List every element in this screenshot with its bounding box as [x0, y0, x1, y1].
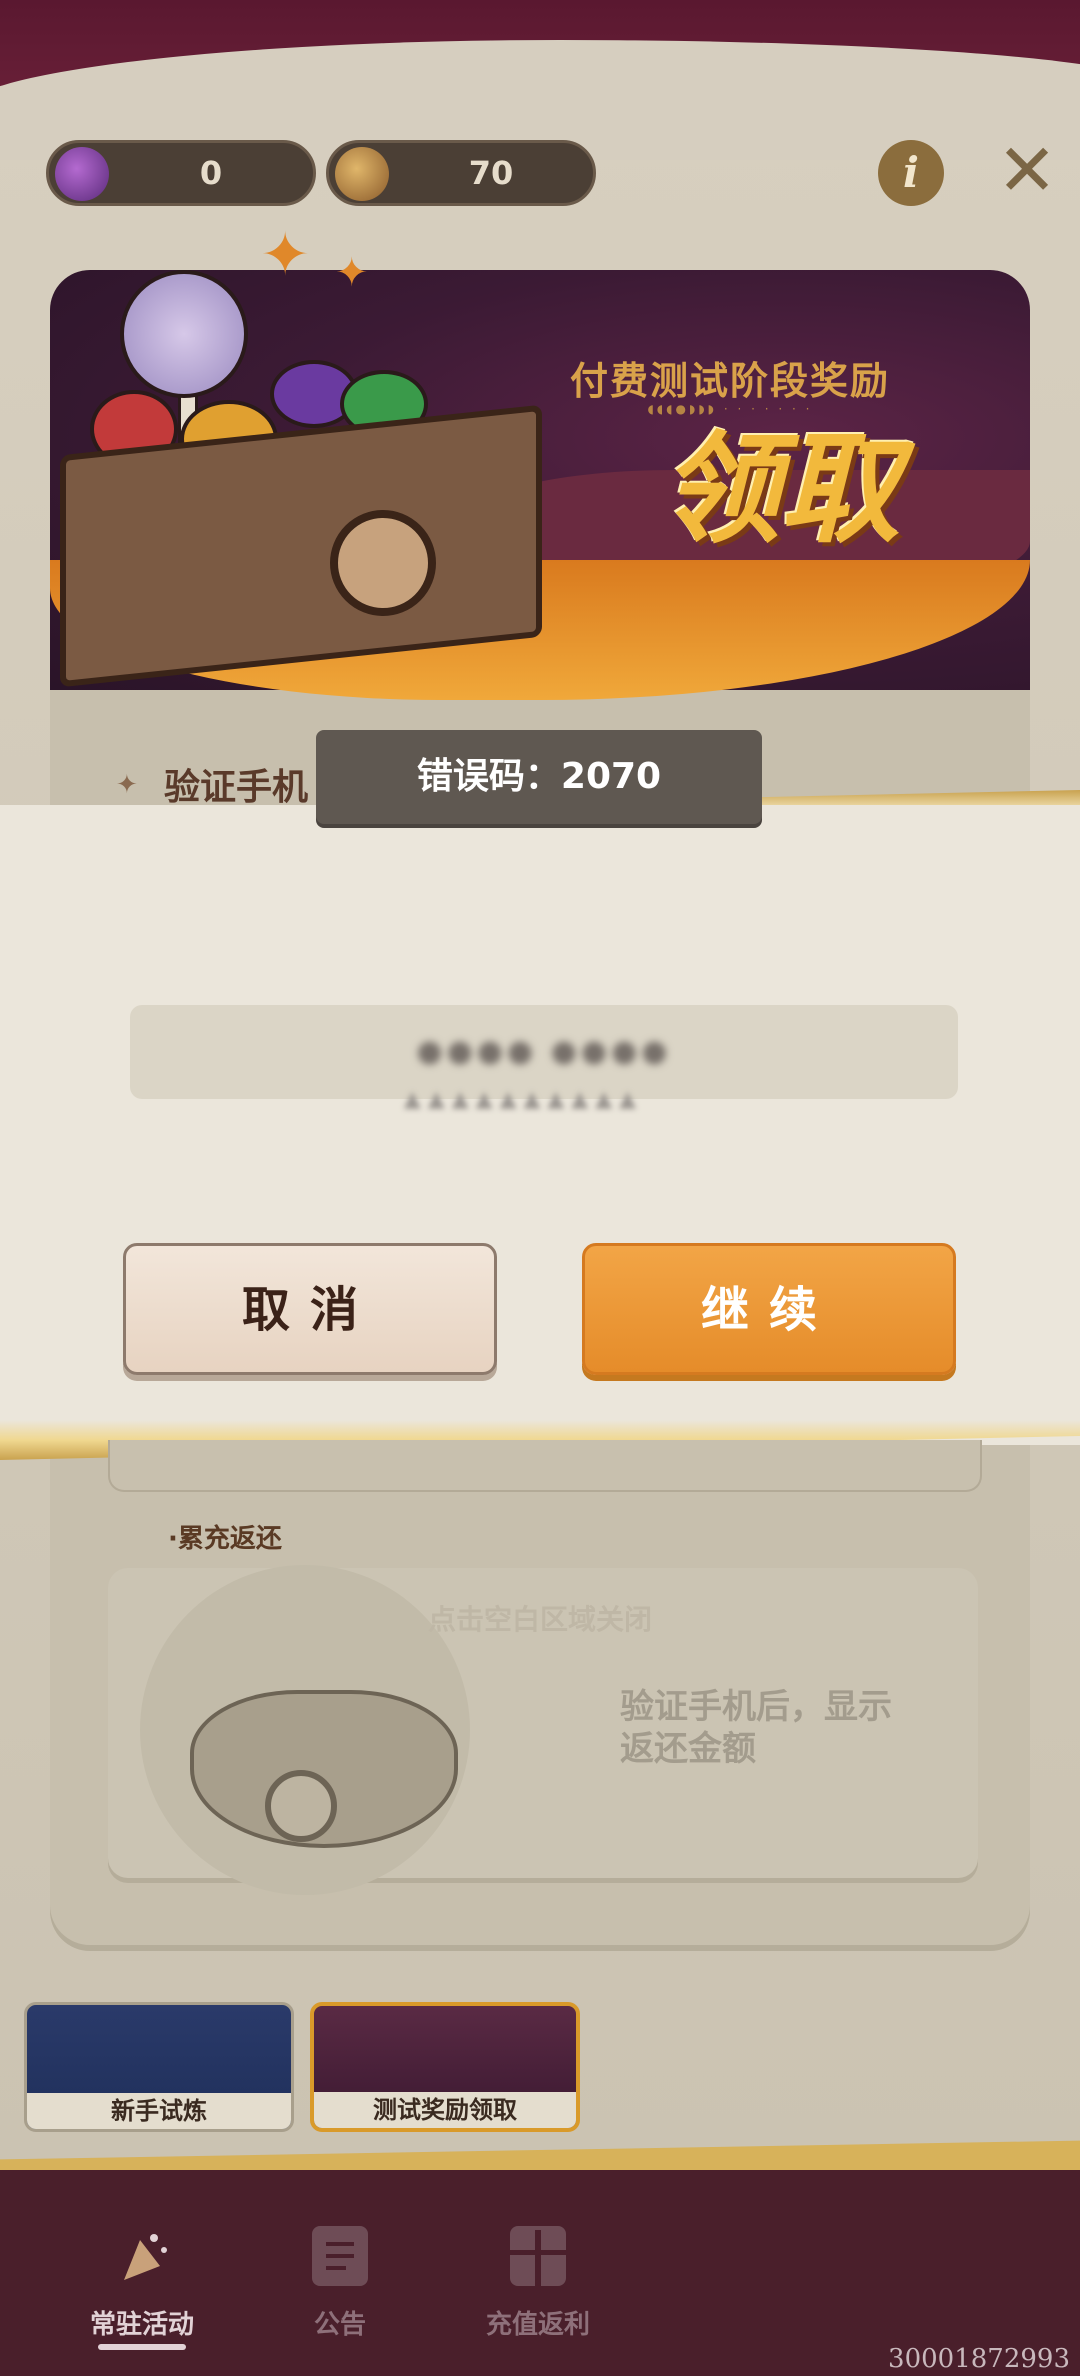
- info-button[interactable]: i: [878, 140, 944, 206]
- banner-subtitle-ornament: ◖◖◖●◗◗◗ · · · · · · ·: [647, 402, 813, 416]
- tab-newbie-trial-label: 新手试炼: [27, 2093, 291, 2129]
- nav-item-announcements[interactable]: 公告: [240, 2220, 440, 2350]
- banner-subtitle: 付费测试阶段奖励: [569, 359, 890, 403]
- coin-currency-pill[interactable]: 70: [326, 140, 596, 206]
- nav-item-regular-events[interactable]: 常驻活动: [42, 2220, 242, 2350]
- banner-title: 领取: [660, 419, 900, 560]
- nav-label: 公告: [313, 2310, 366, 2340]
- build-id: 30001872993: [888, 2344, 1070, 2374]
- gift-icon: [510, 2226, 566, 2286]
- swirl-emblem-icon: [265, 1770, 337, 1842]
- nav-label: 常驻活动: [89, 2310, 194, 2340]
- lollipop-candy: [120, 270, 248, 398]
- purple-candy-plus-icon: [55, 147, 109, 201]
- active-indicator: [98, 2344, 186, 2350]
- nav-label: 充值返利: [485, 2310, 590, 2340]
- dialog-message-blurred-line: ▲ ▲ ▲ ▲ ▲ ▲ ▲ ▲ ▲ ▲: [403, 1087, 637, 1112]
- error-toast-text: 错误码：2070: [416, 756, 662, 797]
- verify-phone-section: [108, 1440, 982, 1492]
- sparkle-icon: ✦: [260, 220, 311, 290]
- candy-currency-pill[interactable]: 0: [46, 140, 316, 206]
- tab-test-reward-label: 测试奖励领取: [314, 2092, 576, 2128]
- tab-test-reward[interactable]: 测试奖励领取: [310, 2002, 580, 2132]
- bullet-icon: ✦: [116, 770, 138, 800]
- coin-currency-value: 70: [468, 154, 514, 192]
- document-icon: [312, 2226, 368, 2286]
- swirl-emblem-icon: [330, 510, 436, 616]
- sparkle-icon: ✦: [335, 250, 369, 296]
- refund-section-label: ·累充返还: [168, 1524, 282, 1554]
- refund-message: 验证手机后，显示返还金额: [620, 1687, 892, 1769]
- tap-blank-to-close-hint[interactable]: 点击空白区域关闭: [340, 1598, 740, 1638]
- candy-currency-value: 0: [199, 154, 223, 192]
- close-icon[interactable]: ✕: [992, 130, 1062, 210]
- cancel-button[interactable]: 取消: [123, 1243, 497, 1375]
- tab-newbie-trial[interactable]: 新手试炼: [24, 2002, 294, 2132]
- gold-coin-icon: [335, 147, 389, 201]
- party-popper-icon: [114, 2226, 170, 2286]
- header-background: [0, 0, 1080, 160]
- nav-item-recharge-rebate[interactable]: 充值返利: [438, 2220, 638, 2350]
- continue-button[interactable]: 继续: [582, 1243, 956, 1375]
